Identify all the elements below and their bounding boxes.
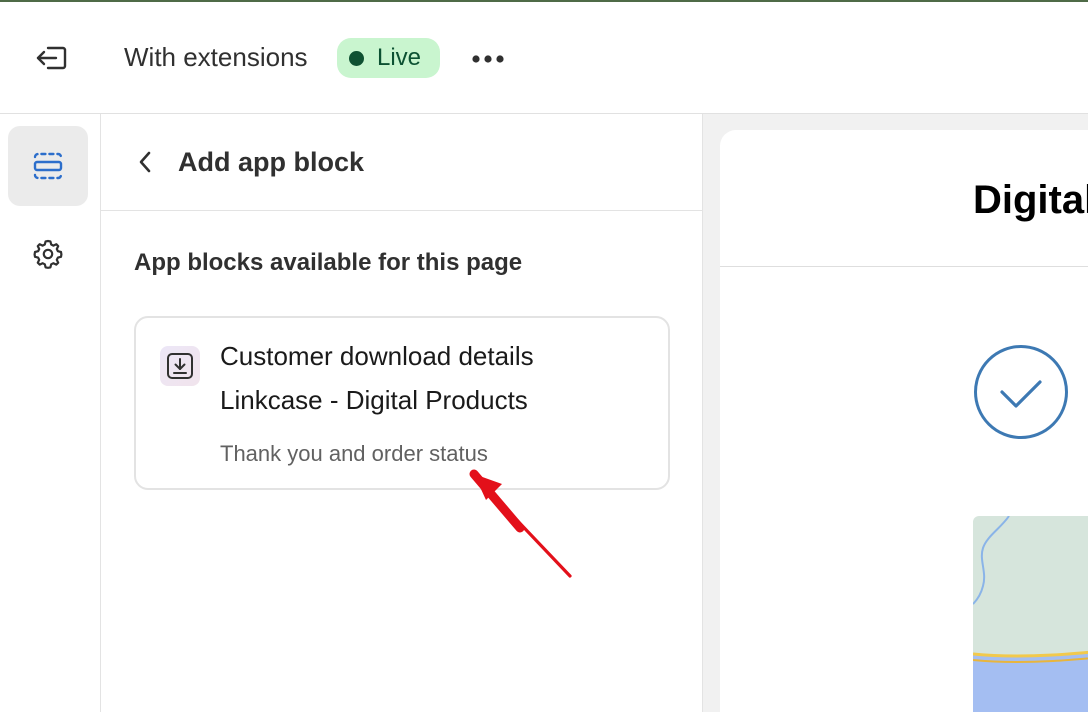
more-actions-button[interactable] — [466, 42, 510, 76]
panel-title: Add app block — [178, 147, 365, 177]
block-app-name: Linkcase - Digital Products — [220, 385, 528, 415]
exit-icon — [36, 46, 67, 70]
editor-sidebar-rail — [0, 114, 101, 712]
download-icon — [167, 353, 193, 379]
block-name: Customer download details — [220, 341, 534, 371]
theme-settings-tab[interactable] — [8, 214, 88, 294]
app-block-card[interactable]: Customer download details Linkcase - Dig… — [134, 316, 670, 490]
theme-name[interactable]: With extensions — [124, 42, 308, 72]
block-page-type: Thank you and order status — [220, 441, 488, 466]
check-circle-icon — [974, 345, 1068, 439]
more-horizontal-icon — [472, 55, 504, 63]
panel-header: Add app block — [101, 114, 702, 211]
sections-icon — [33, 152, 63, 180]
editor-topbar: With extensions Live — [0, 2, 1088, 114]
add-app-block-panel: Add app block App blocks available for t… — [101, 114, 703, 712]
status-badge: Live — [337, 38, 440, 78]
exit-editor-button[interactable] — [30, 38, 74, 78]
page-preview: Digital — [720, 130, 1088, 712]
section-heading: App blocks available for this page — [134, 249, 523, 276]
app-block-icon — [160, 346, 200, 386]
chevron-left-icon — [139, 151, 151, 173]
status-badge-label: Live — [377, 44, 422, 71]
back-button[interactable] — [127, 144, 163, 180]
live-status-dot — [349, 50, 364, 66]
order-location-map — [973, 516, 1088, 712]
gear-icon — [33, 239, 63, 269]
preview-store-title: Digital — [973, 178, 1088, 222]
preview-header: Digital — [720, 130, 1088, 267]
sections-tab[interactable] — [8, 126, 88, 206]
